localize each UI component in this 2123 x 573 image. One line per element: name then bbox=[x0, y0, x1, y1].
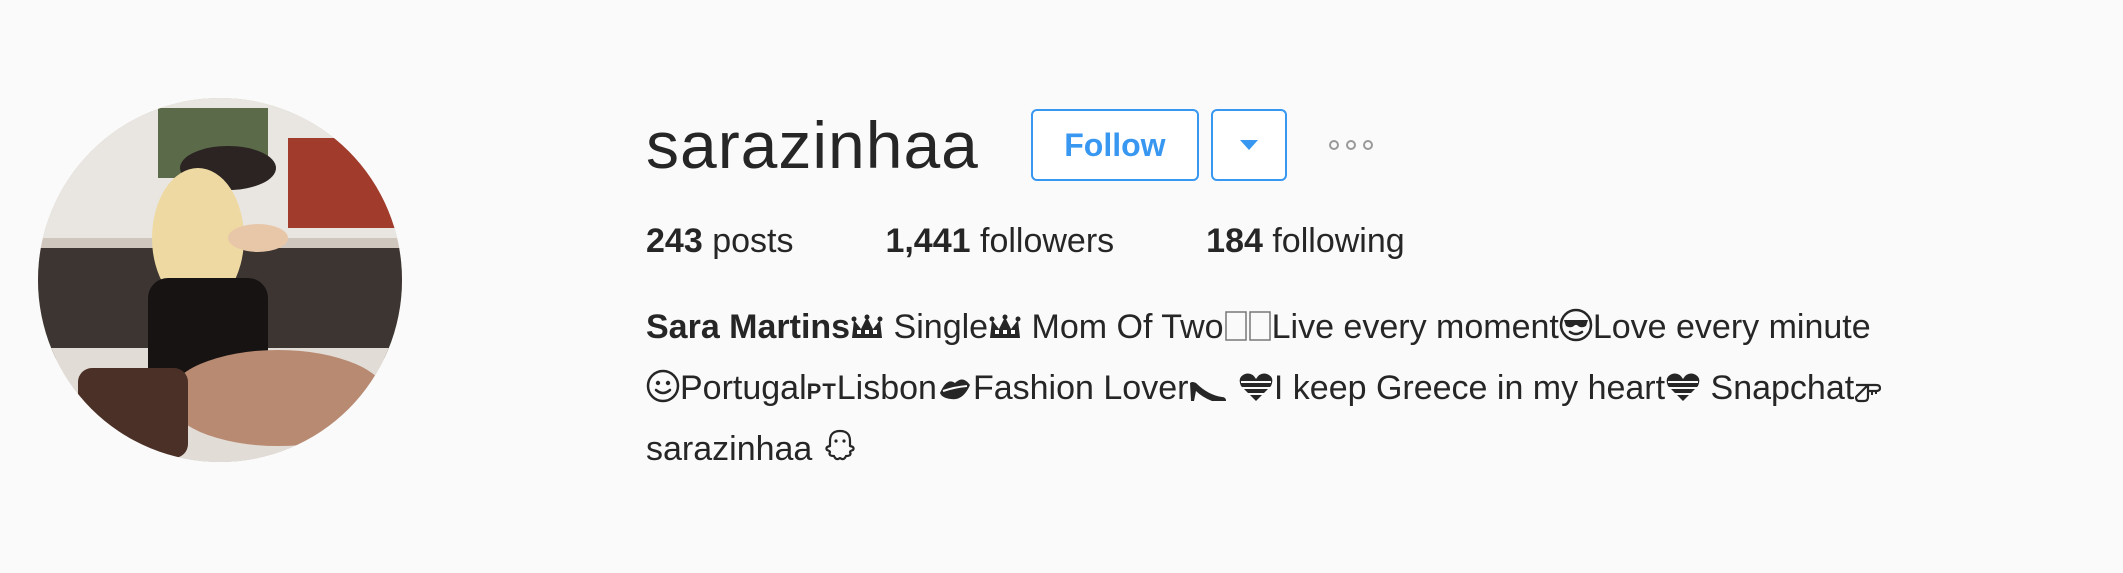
more-dot-icon bbox=[1345, 140, 1356, 150]
bio-text-username: sarazinhaa bbox=[646, 430, 813, 468]
lips-icon bbox=[937, 364, 973, 421]
profile-stats: 243 posts 1,441 followers 184 following bbox=[646, 222, 2106, 261]
followers-stat[interactable]: 1,441 followers bbox=[885, 222, 1114, 261]
title-row: sarazinhaa Follow bbox=[646, 100, 2106, 190]
more-dot-icon bbox=[1362, 140, 1373, 150]
striped-heart-icon bbox=[1238, 364, 1274, 421]
bio-text-mom: Mom Of Two bbox=[1031, 308, 1224, 346]
following-label: following bbox=[1272, 222, 1405, 260]
profile-header: sarazinhaa Follow 243 posts 1,441 follow… bbox=[0, 0, 2123, 573]
ghost-icon bbox=[822, 425, 858, 482]
bio-text-greece: I keep Greece in my heart bbox=[1273, 369, 1666, 407]
bio-text-lisbon: Lisbon bbox=[836, 369, 937, 407]
bio-text-portugal: Portugal bbox=[680, 369, 807, 407]
followers-count: 1,441 bbox=[885, 222, 971, 260]
full-name: Sara Martins bbox=[646, 308, 851, 346]
sunglasses-face-icon bbox=[1559, 303, 1593, 360]
posts-count: 243 bbox=[646, 222, 703, 260]
striped-heart-icon bbox=[1665, 364, 1701, 421]
smile-face-icon bbox=[646, 364, 680, 421]
bio-text-fashion: Fashion Lover bbox=[972, 369, 1189, 407]
following-count: 184 bbox=[1206, 222, 1263, 260]
more-options-button[interactable] bbox=[1325, 130, 1377, 160]
suggestions-dropdown-button[interactable] bbox=[1210, 109, 1287, 181]
bio-text-live: Live every moment bbox=[1271, 308, 1559, 346]
follow-button[interactable]: Follow bbox=[1030, 109, 1199, 181]
crown-icon bbox=[850, 303, 884, 360]
more-dot-icon bbox=[1328, 140, 1339, 150]
profile-info: sarazinhaa Follow 243 posts 1,441 follow… bbox=[646, 100, 2106, 482]
following-stat[interactable]: 184 following bbox=[1206, 222, 1405, 261]
high-heel-icon bbox=[1188, 364, 1228, 421]
crown-icon bbox=[988, 303, 1022, 360]
bio-text-single: Single bbox=[893, 308, 989, 346]
caret-down-icon bbox=[1239, 140, 1258, 150]
posts-label: posts bbox=[712, 222, 794, 260]
followers-label: followers bbox=[980, 222, 1115, 260]
bio: Sara Martins Single Mom Of Two Live every… bbox=[646, 299, 2106, 482]
posts-stat[interactable]: 243 posts bbox=[646, 222, 793, 261]
bio-text-love: Love every minute bbox=[1592, 308, 1871, 346]
flag-text: PT bbox=[806, 379, 837, 404]
avatar-photo bbox=[38, 98, 402, 462]
bio-text-snapchat: Snapchat bbox=[1710, 369, 1855, 407]
username: sarazinhaa bbox=[646, 108, 979, 182]
missing-glyph-icon bbox=[1224, 303, 1272, 360]
pointing-hand-icon bbox=[1854, 364, 1890, 421]
avatar[interactable] bbox=[38, 98, 402, 462]
